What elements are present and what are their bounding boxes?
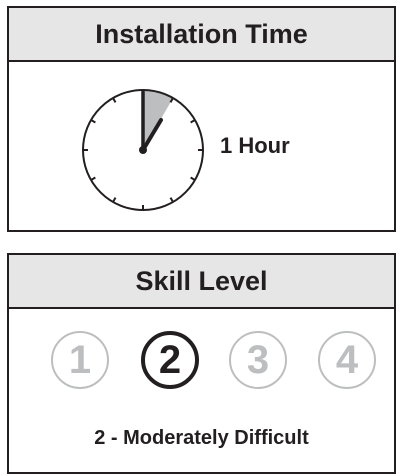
installation-time-header: Installation Time <box>9 8 394 62</box>
skill-level-3: 3 <box>229 331 287 389</box>
clock-icon <box>82 89 204 211</box>
installation-duration: 1 Hour <box>220 133 290 158</box>
clock-center <box>139 146 147 154</box>
skill-level-title: Skill Level <box>135 265 268 296</box>
skill-level-2-selected: 2 <box>141 331 199 389</box>
skill-level-scale: 1 2 3 4 <box>43 331 376 393</box>
skill-level-4: 4 <box>318 331 376 389</box>
skill-level-panel: Skill Level 1 2 3 4 2 - Moderately Diffi… <box>7 253 396 474</box>
skill-level-description: 2 - Moderately Difficult <box>94 427 309 449</box>
installation-time-title: Installation Time <box>95 18 308 49</box>
installation-time-panel: Installation Time 1 Hour <box>7 6 396 232</box>
skill-level-header: Skill Level <box>9 255 394 309</box>
skill-level-1: 1 <box>51 331 109 389</box>
